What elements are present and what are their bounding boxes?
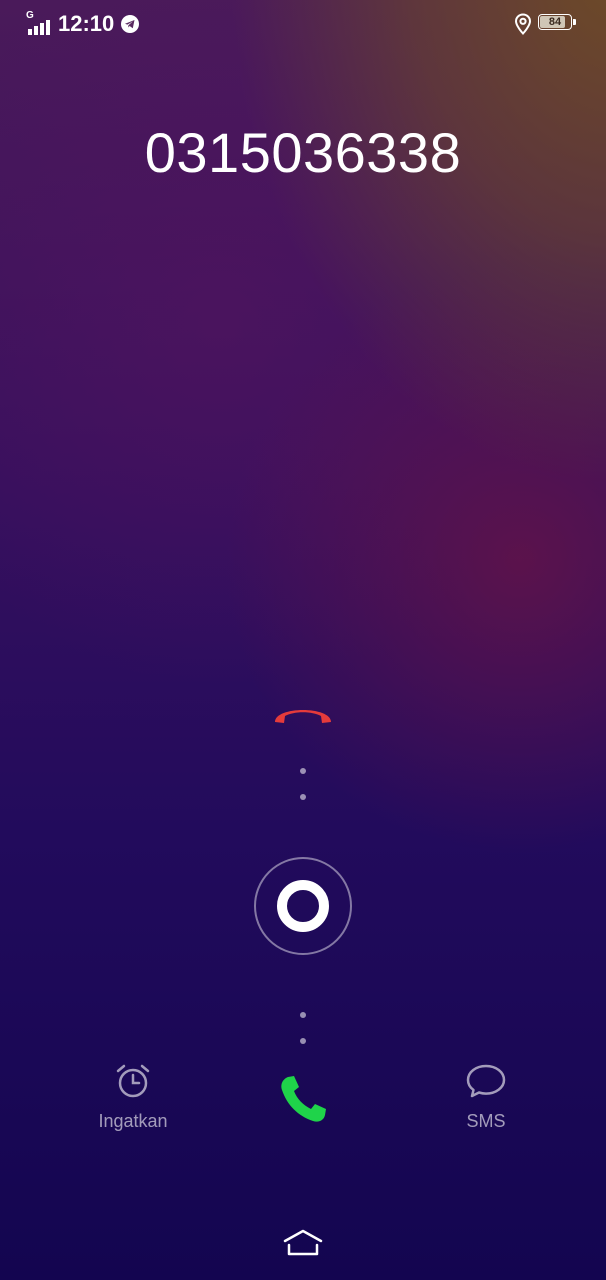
swipe-guide-dot (300, 768, 306, 774)
sms-button[interactable]: SMS (421, 1062, 551, 1132)
phone-hangup-icon[interactable] (272, 698, 334, 732)
home-chevron-icon[interactable] (282, 1228, 324, 1258)
swipe-guide-dot (300, 1038, 306, 1044)
status-time: 12:10 (58, 11, 115, 36)
remind-button[interactable]: Ingatkan (68, 1062, 198, 1132)
status-bar: G 12:10 84 (0, 0, 606, 48)
battery-indicator: 84 (538, 14, 576, 32)
network-type: G (26, 10, 34, 21)
sms-label: SMS (466, 1111, 506, 1131)
signal-icon: G (26, 10, 54, 35)
battery-level: 84 (548, 16, 562, 28)
telegram-icon (121, 15, 139, 33)
swipe-guide-dot (300, 794, 306, 800)
phone-answer-icon[interactable] (278, 1073, 330, 1125)
answer-slider-handle[interactable] (277, 880, 329, 932)
chat-bubble-icon (466, 1064, 506, 1098)
location-pin-icon (514, 13, 532, 35)
remind-label: Ingatkan (98, 1111, 168, 1131)
swipe-guide-dot (300, 1012, 306, 1018)
caller-number: 0315036338 (144, 121, 462, 184)
alarm-clock-icon (116, 1064, 150, 1098)
